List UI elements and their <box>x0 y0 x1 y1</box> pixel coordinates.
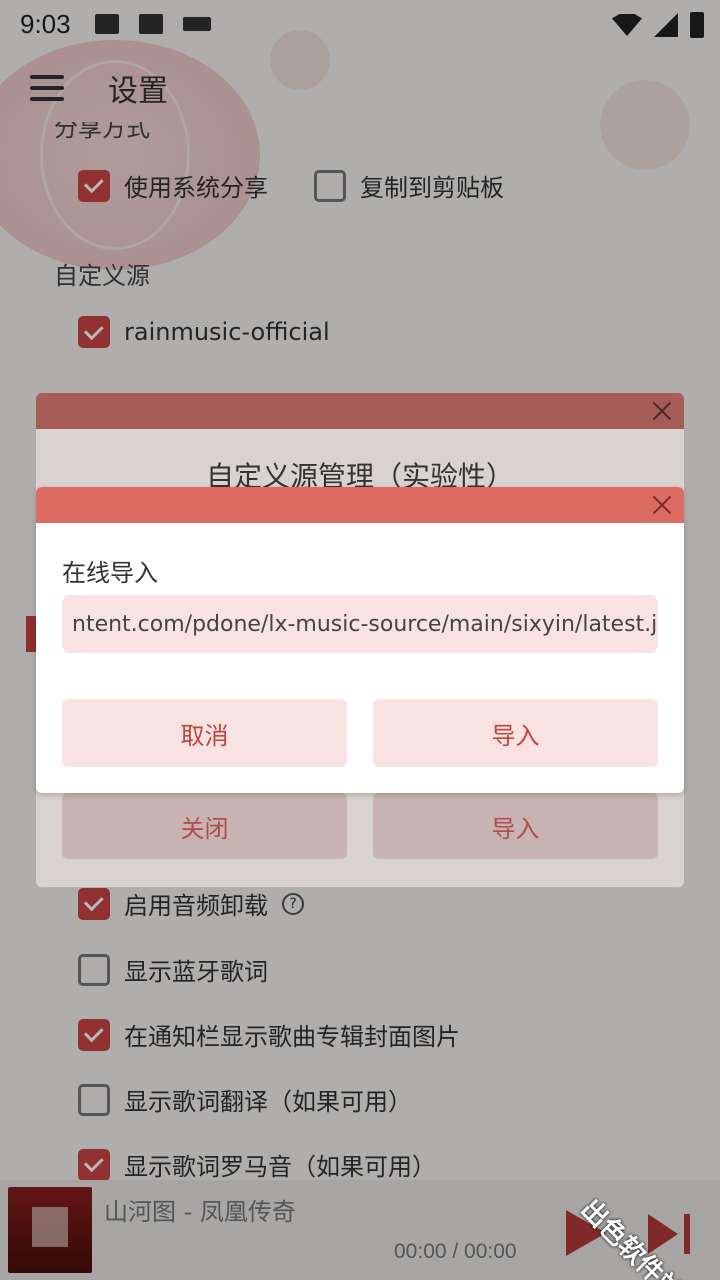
online-import-label: 在线导入 <box>62 559 158 587</box>
online-import-dialog: 在线导入 ntent.com/pdone/lx-music-source/mai… <box>36 487 684 793</box>
close-icon[interactable] <box>648 397 676 425</box>
url-input[interactable]: ntent.com/pdone/lx-music-source/main/six… <box>62 595 658 653</box>
cancel-button[interactable]: 取消 <box>62 699 347 767</box>
import-button[interactable]: 导入 <box>373 793 658 859</box>
close-icon[interactable] <box>648 491 676 519</box>
url-input-value: ntent.com/pdone/lx-music-source/main/six… <box>72 611 658 637</box>
confirm-import-button[interactable]: 导入 <box>373 699 658 767</box>
close-button[interactable]: 关闭 <box>62 793 347 859</box>
dialog-title-bar <box>36 487 684 523</box>
dialog-title-bar <box>36 393 684 429</box>
